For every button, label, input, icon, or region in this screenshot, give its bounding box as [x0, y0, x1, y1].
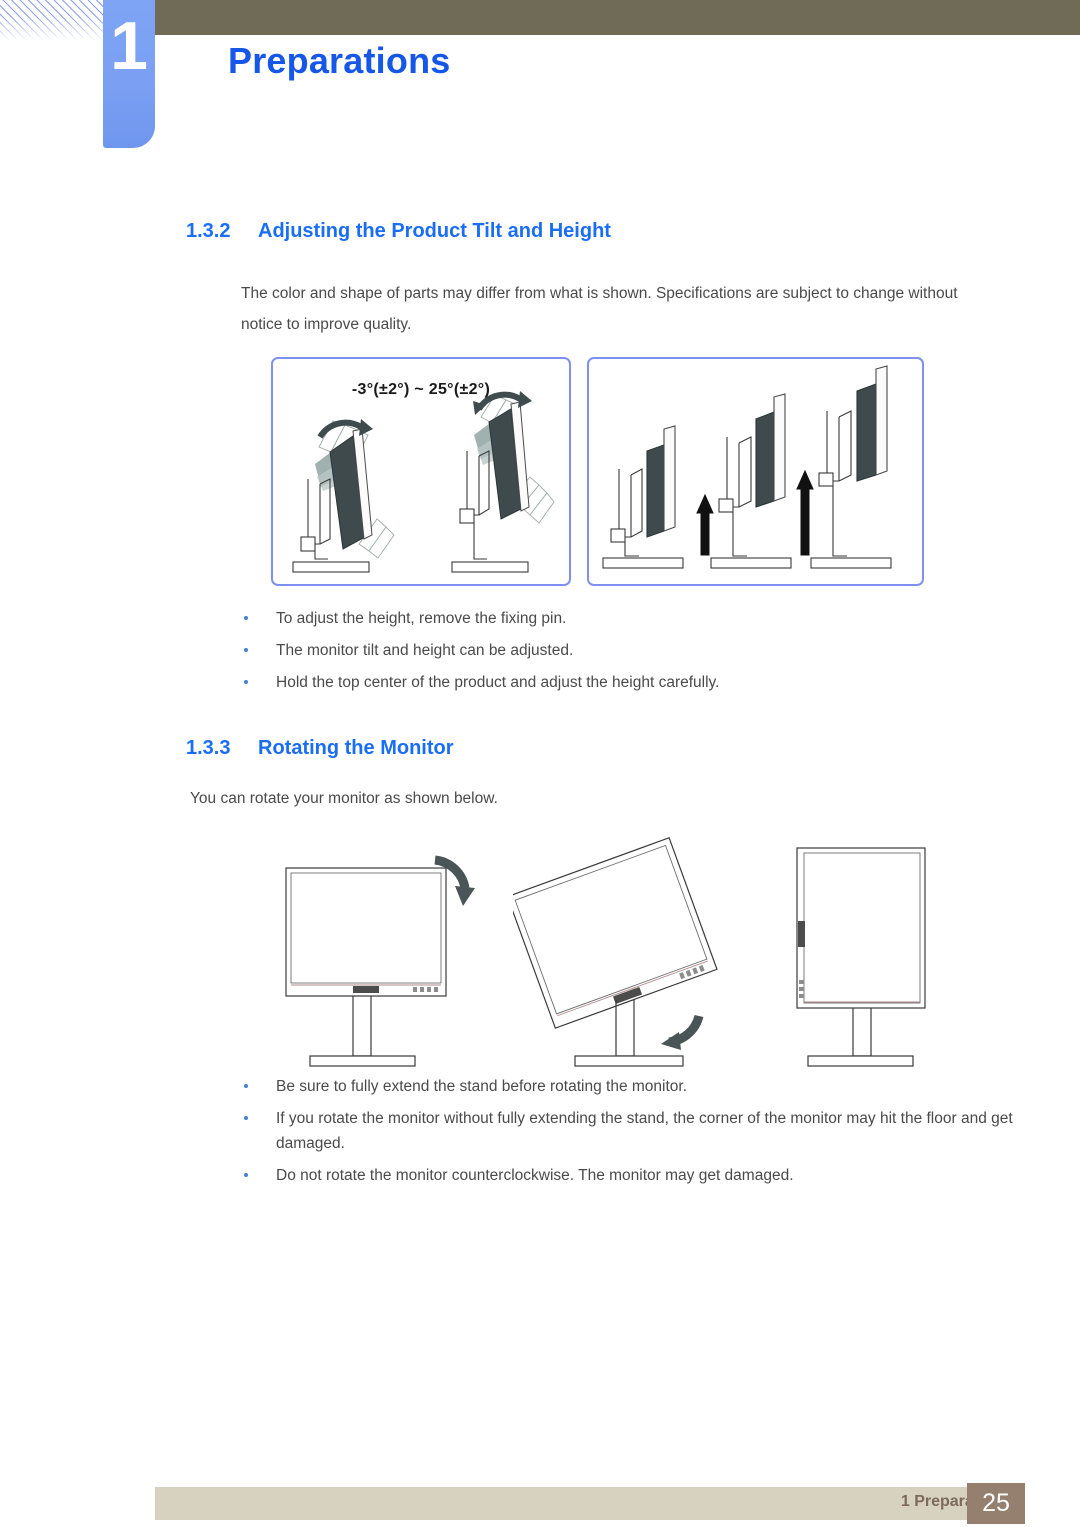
figure-height-box: [587, 357, 924, 586]
monitor-rotating-diagram: [506, 836, 718, 1067]
section-132-paragraph: The color and shape of parts may differ …: [241, 285, 958, 333]
figure-rotate-portrait: [775, 828, 995, 1073]
page-number: 25: [967, 1483, 1025, 1524]
section-title-133: Rotating the Monitor: [258, 737, 454, 759]
section-number-132: 1.3.2: [186, 220, 231, 242]
bullet-dot-icon: [244, 616, 248, 620]
list-item-text: If you rotate the monitor without fully …: [276, 1110, 1013, 1152]
list-item: Do not rotate the monitor counterclockwi…: [230, 1163, 1020, 1188]
bullet-dot-icon: [244, 680, 248, 684]
section-heading-132: 1.3.2 Adjusting the Product Tilt and Heig…: [186, 220, 611, 243]
chapter-number: 1: [110, 8, 148, 84]
bullet-dot-icon: [244, 648, 248, 652]
list-item: Hold the top center of the product and a…: [230, 670, 1020, 695]
figure-rotate-landscape: [275, 828, 530, 1073]
monitor-portrait-diagram: [796, 847, 926, 1067]
section-number-133: 1.3.3: [186, 737, 231, 759]
bullet-dot-icon: [244, 1084, 248, 1088]
tilt-range-label: -3°(±2°) ~ 25°(±2°): [351, 381, 491, 398]
header-olive-bar: [155, 0, 1080, 35]
chapter-tab: 1: [103, 0, 155, 148]
section-title-132: Adjusting the Product Tilt and Height: [258, 220, 611, 242]
list-item: If you rotate the monitor without fully …: [230, 1106, 1020, 1156]
section-133-paragraph: You can rotate your monitor as shown bel…: [190, 790, 498, 807]
bullet-list-133: Be sure to fully extend the stand before…: [230, 1074, 1020, 1195]
bullet-list-132: To adjust the height, remove the fixing …: [230, 606, 1020, 702]
bullet-dot-icon: [244, 1173, 248, 1177]
list-item-text: The monitor tilt and height can be adjus…: [276, 642, 574, 659]
list-item: The monitor tilt and height can be adjus…: [230, 638, 1020, 663]
section-heading-133: 1.3.3 Rotating the Monitor: [186, 737, 454, 760]
list-item-text: Do not rotate the monitor counterclockwi…: [276, 1167, 794, 1184]
list-item-text: Hold the top center of the product and a…: [276, 674, 720, 691]
monitor-height-diagram: [602, 365, 892, 569]
footer-bar: [155, 1487, 1025, 1520]
list-item: To adjust the height, remove the fixing …: [230, 606, 1020, 631]
list-item-text: Be sure to fully extend the stand before…: [276, 1078, 687, 1095]
monitor-landscape-diagram: [285, 855, 475, 1067]
list-item: Be sure to fully extend the stand before…: [230, 1074, 1020, 1099]
page-title: Preparations: [228, 40, 451, 81]
figure-tilt-box: -3°(±2°) ~ 25°(±2°): [271, 357, 571, 586]
list-item-text: To adjust the height, remove the fixing …: [276, 610, 567, 627]
bullet-dot-icon: [244, 1116, 248, 1120]
figure-rotate-tilted: [506, 828, 763, 1073]
